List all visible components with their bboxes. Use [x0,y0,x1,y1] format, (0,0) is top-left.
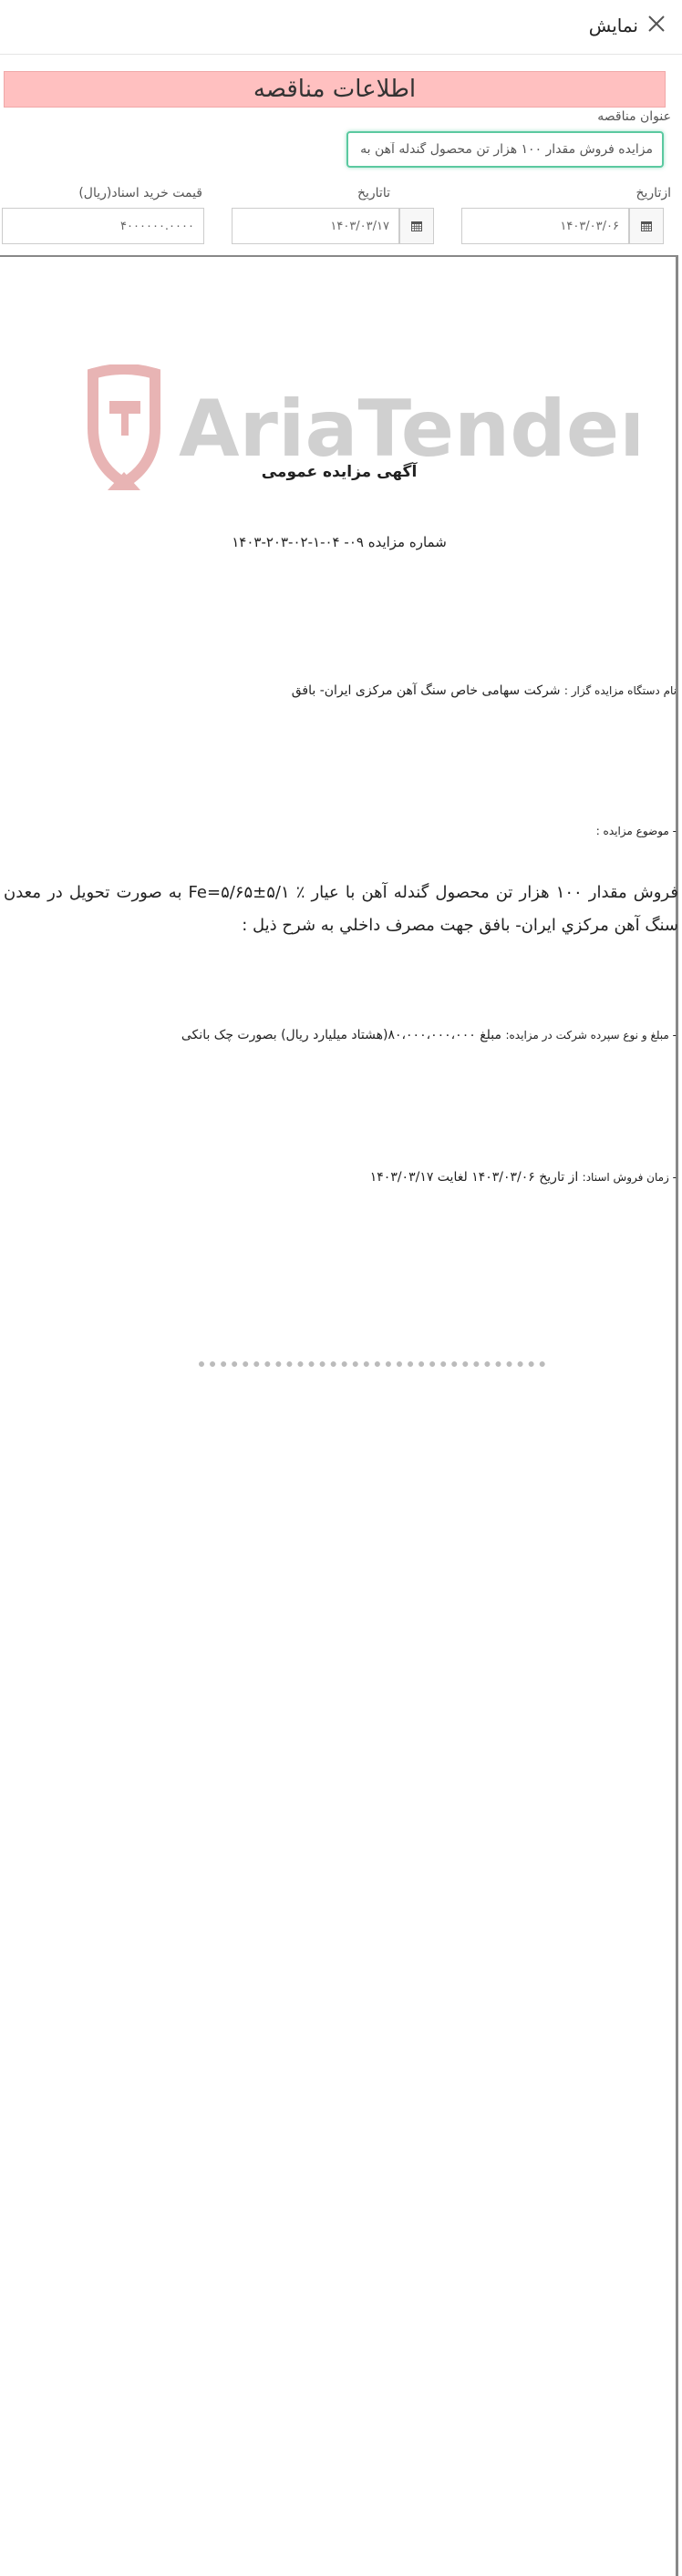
section-banner: اطلاعات مناقصه [4,71,666,108]
document-heading: آگهی مزایده عمومی [261,463,418,481]
subject-label: - موضوع مزایده : [595,825,677,837]
calendar-icon [411,221,422,231]
close-icon[interactable] [646,13,667,35]
price-label: قیمت خرید اسناد(ریال) [78,186,202,200]
from-date-input[interactable] [461,208,629,244]
to-date-input[interactable] [232,208,399,244]
organizer-value: شرکت سهامی خاص سنگ آهن مرکزی ایران- بافق [291,683,561,698]
title-label: عنوان مناقصه [597,109,671,124]
to-date-calendar-button[interactable] [399,208,434,244]
document-viewer[interactable] [0,255,678,2576]
from-date-calendar-button[interactable] [629,208,664,244]
from-date-label: ازتاریخ [636,186,671,200]
page-cut-edge [4,1361,682,1367]
deposit-line: - مبلغ و نوع سپرده شرکت در مزایده: مبلغ … [181,1028,677,1042]
sale-time-value: از تاریخ ۱۴۰۳/۰۳/۰۶ لغایت ۱۴۰۳/۰۳/۱۷ [369,1170,579,1185]
deposit-label: - مبلغ و نوع سپرده شرکت در مزایده: [505,1029,677,1042]
subject-text: فروش مقدار ۱۰۰ هزار تن محصول گندله آهن ب… [4,883,678,935]
auction-number: شماره مزایده ۰۹- ۰۴-۱-۰۲-۲۰۳-۱۴۰۳ [232,534,447,550]
organizer-label: نام دستگاه مزایده گزار : [563,684,677,697]
price-input[interactable] [2,208,204,244]
organizer-line: نام دستگاه مزایده گزار : شرکت سهامی خاص … [292,683,677,698]
modal-header: نمایش [0,0,682,55]
sale-time-line: - زمان فروش اسناد: از تاریخ ۱۴۰۳/۰۳/۰۶ ل… [370,1170,677,1185]
tender-title-input[interactable] [346,131,664,168]
calendar-icon [641,221,652,231]
to-date-label: تاتاریخ [356,186,390,200]
watermark-text: AriaTender.neT [179,384,638,475]
modal-title: نمایش [588,15,638,36]
sale-time-label: - زمان فروش اسناد: [582,1171,677,1184]
deposit-value: مبلغ ۸۰،۰۰۰،۰۰۰،۰۰۰(هشتاد میلیارد ریال) … [181,1028,502,1042]
